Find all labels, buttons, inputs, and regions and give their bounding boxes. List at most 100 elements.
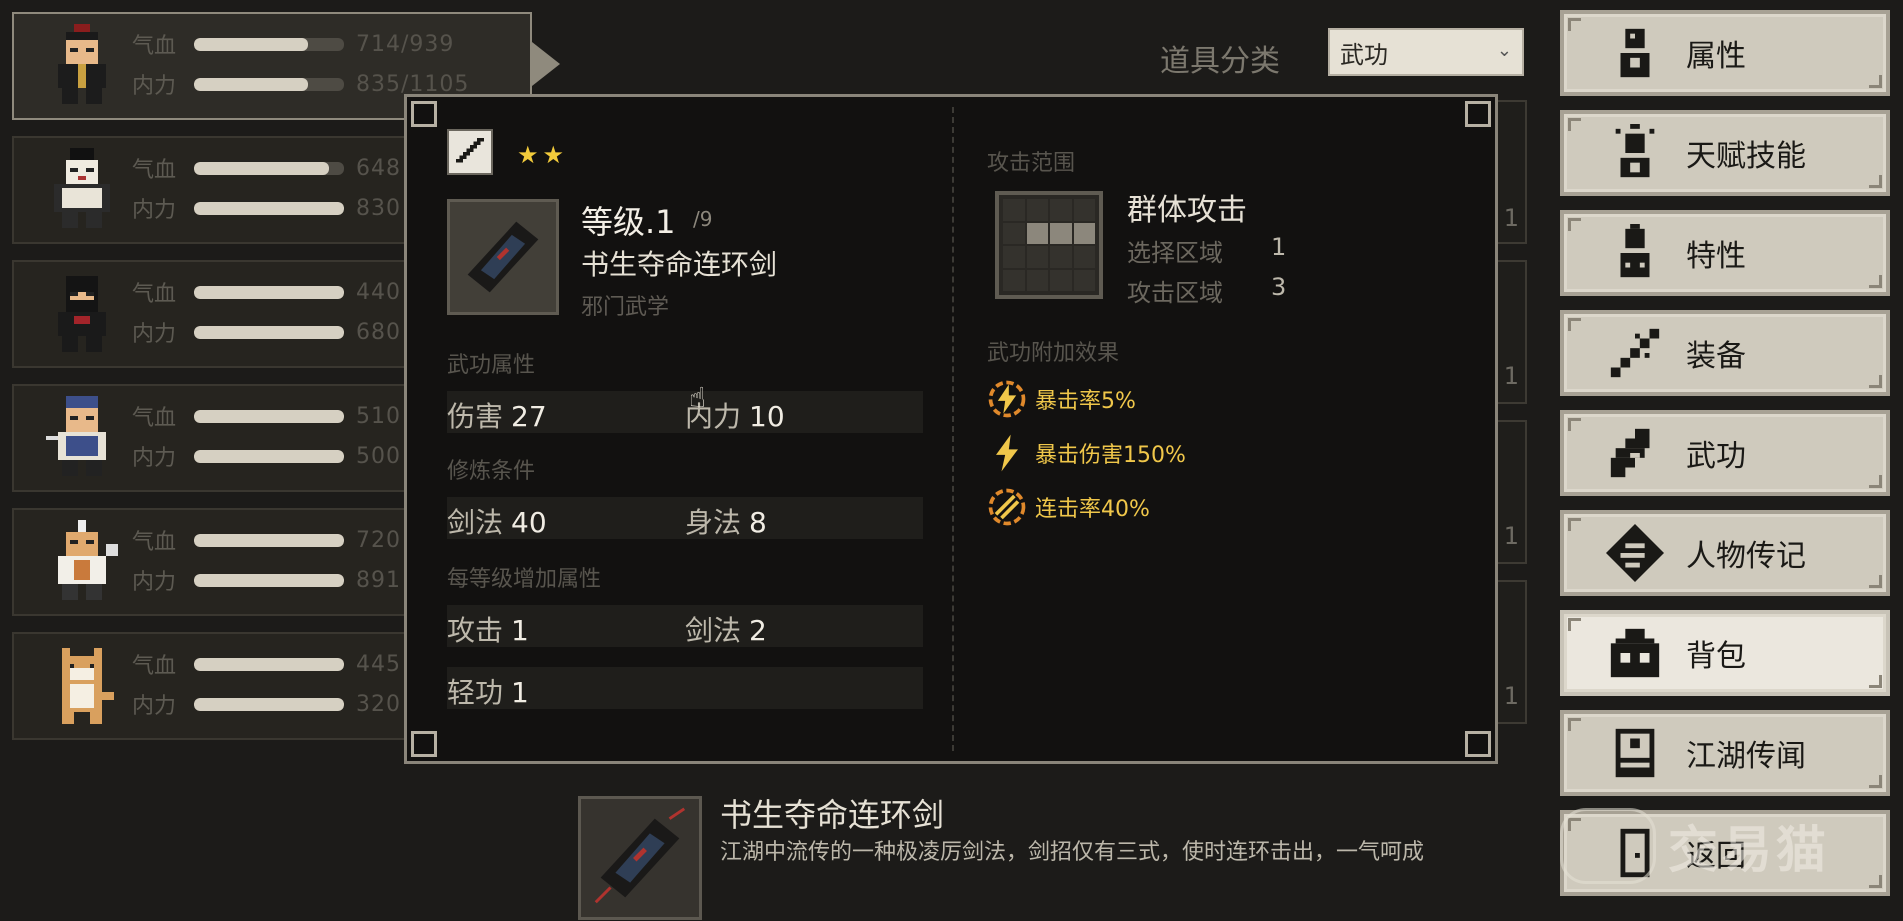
inventory-count: 1 [1503, 204, 1519, 232]
menu-label: 特性 [1686, 239, 1746, 274]
character-portrait [54, 148, 110, 228]
item-name: 书生夺命连环剑 [581, 248, 778, 281]
section-attributes: 武功属性 [447, 353, 536, 378]
menu-button-biography[interactable]: 人物传记 [1560, 510, 1890, 596]
hp-value: 510 [356, 403, 401, 429]
hp-bar-fill [194, 285, 344, 299]
item-tooltip: ★★ 等级.1 /9 书生夺命连环剑 邪门武学 武功属性 伤害 27 内力 10 ☝… [404, 94, 1498, 764]
mp-bar [194, 697, 344, 711]
menu-button-traits[interactable]: 特性 [1560, 210, 1890, 296]
item-icon [447, 199, 559, 315]
mp-label: 内力 [132, 322, 177, 347]
attack-range-grid [995, 191, 1103, 299]
item-level: 等级.1 [581, 203, 676, 241]
hp-row: 气血 445 [132, 650, 401, 680]
menu-button-martial-arts[interactable]: 武功 [1560, 410, 1890, 496]
attack-area-label: 攻击区域 [1127, 279, 1223, 307]
mp-bar-fill [194, 201, 344, 215]
hp-bar [194, 657, 344, 671]
per-level-row: 轻功 1 [447, 667, 923, 709]
mp-row: 内力 320 [132, 690, 401, 720]
crit-icon [988, 380, 1026, 418]
attribute-row: 伤害 27 内力 10 [447, 391, 923, 433]
effect-item: 暴击率5% [985, 377, 1136, 421]
hp-row: 气血 714/939 [132, 30, 455, 60]
menu-button-attributes[interactable]: 属性 [1560, 10, 1890, 96]
hp-value: 445 [356, 651, 401, 677]
menu-label: 江湖传闻 [1686, 739, 1806, 774]
mp-bar-fill [194, 325, 344, 339]
mp-value: 891 [356, 567, 401, 593]
hp-label: 气血 [132, 530, 177, 555]
hp-value: 714/939 [356, 31, 455, 57]
mp-bar-fill [194, 573, 344, 587]
mp-row: 内力 680 [132, 318, 401, 348]
category-label: 道具分类 [1160, 44, 1280, 79]
attribute-damage: 伤害 27 [447, 400, 547, 433]
character-portrait [62, 648, 114, 724]
hp-label: 气血 [132, 654, 177, 679]
effect-text: 连击率40% [1035, 497, 1150, 522]
person-icon [1620, 28, 1650, 78]
mp-label: 内力 [132, 570, 177, 595]
hp-label: 气血 [132, 406, 177, 431]
book-icon [594, 807, 686, 904]
hp-bar-fill [194, 409, 344, 423]
per-level-row: 攻击 1 剑法 2 [447, 605, 923, 647]
combo-icon [988, 488, 1026, 526]
divider [952, 107, 954, 751]
menu-label: 天赋技能 [1686, 139, 1806, 174]
hp-bar [194, 533, 344, 547]
hp-label: 气血 [132, 34, 177, 59]
mp-label: 内力 [132, 446, 177, 471]
per-level-attack: 攻击 1 [447, 614, 529, 647]
item-type-sword-icon [447, 129, 493, 175]
menu-label: 属性 [1686, 39, 1746, 74]
mp-bar-fill [194, 449, 344, 463]
section-effects: 武功附加效果 [987, 341, 1120, 366]
per-level-sword: 剑法 2 [685, 614, 767, 647]
section-requirements: 修炼条件 [447, 459, 536, 484]
mp-value: 320 [356, 691, 401, 717]
menu-button-equipment[interactable]: 装备 [1560, 310, 1890, 396]
effect-item: 连击率40% [985, 485, 1150, 529]
requirement-movement: 身法 8 [685, 506, 767, 539]
requirement-row: 剑法 40 身法 8 [447, 497, 923, 539]
hp-bar-fill [194, 533, 344, 547]
effect-text: 暴击伤害150% [1035, 443, 1186, 468]
category-select-value: 武功 [1340, 40, 1388, 69]
item-level-max: /9 [693, 207, 713, 231]
mp-label: 内力 [132, 198, 177, 223]
menu-button-talents[interactable]: 天赋技能 [1560, 110, 1890, 196]
frame-corner [1465, 101, 1491, 127]
mp-bar [194, 573, 344, 587]
range-type: 群体攻击 [1127, 193, 1247, 228]
hp-row: 气血 510 [132, 402, 401, 432]
notice-icon [1615, 728, 1655, 778]
hp-label: 气血 [132, 282, 177, 307]
menu-button-bag[interactable]: 背包 [1560, 610, 1890, 696]
description-title: 书生夺命连环剑 [720, 796, 945, 834]
frame-corner [1465, 731, 1491, 757]
frame-corner [411, 101, 437, 127]
book-icon [1610, 428, 1650, 478]
mp-value: 835/1105 [356, 71, 470, 97]
watermark-text: 交易猫 [1668, 821, 1830, 879]
scroll-icon [1606, 524, 1664, 582]
watermark-logo-icon [1560, 808, 1656, 884]
hp-row: 气血 720 [132, 526, 401, 556]
requirement-sword: 剑法 40 [447, 506, 547, 539]
hp-bar-fill [194, 161, 329, 175]
mp-label: 内力 [132, 74, 177, 99]
category-select[interactable]: 武功 ⌄ [1328, 28, 1524, 76]
menu-button-rumors[interactable]: 江湖传闻 [1560, 710, 1890, 796]
item-school: 邪门武学 [581, 295, 670, 320]
hp-value: 720 [356, 527, 401, 553]
menu-label: 武功 [1686, 439, 1746, 474]
trait-icon [1620, 224, 1650, 278]
watermark: 交易猫 [1560, 808, 1830, 884]
pointer-hand-icon: ☝ [689, 381, 707, 414]
bag-icon [1610, 628, 1660, 678]
mp-row: 内力 830 [132, 194, 401, 224]
hp-bar [194, 409, 344, 423]
